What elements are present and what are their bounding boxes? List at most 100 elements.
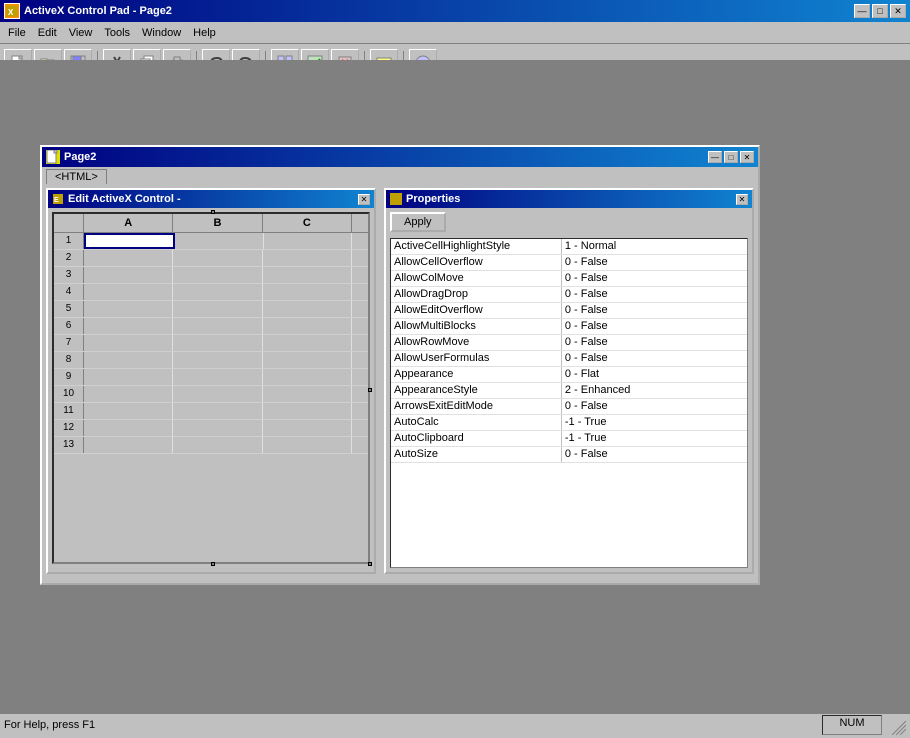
sheet-row: 2 (54, 250, 368, 267)
props-row[interactable]: AllowCellOverflow0 - False (391, 255, 747, 271)
mdi-close[interactable]: ✕ (740, 151, 754, 163)
cell-1-0[interactable] (84, 233, 175, 249)
cell-12-2[interactable] (263, 420, 352, 436)
status-resize-grip[interactable] (886, 715, 906, 735)
maximize-button[interactable]: □ (872, 4, 888, 18)
cell-10-1[interactable] (173, 386, 262, 402)
props-row[interactable]: ActiveCellHighlightStyle1 - Normal (391, 239, 747, 255)
prop-value[interactable]: 2 - Enhanced (562, 383, 747, 398)
props-row[interactable]: AutoSize0 - False (391, 447, 747, 463)
cell-11-2[interactable] (263, 403, 352, 419)
cell-5-2[interactable] (263, 301, 352, 317)
props-row[interactable]: AllowColMove0 - False (391, 271, 747, 287)
status-help-text: For Help, press F1 (4, 719, 95, 731)
cell-4-2[interactable] (263, 284, 352, 300)
resize-handle-right[interactable] (368, 388, 372, 392)
cell-7-2[interactable] (263, 335, 352, 351)
close-button[interactable]: ✕ (890, 4, 906, 18)
prop-value[interactable]: 0 - False (562, 335, 747, 350)
activex-close[interactable]: ✕ (358, 194, 370, 205)
prop-name: AllowUserFormulas (391, 351, 562, 366)
mdi-minimize[interactable]: — (708, 151, 722, 163)
prop-value[interactable]: 0 - False (562, 271, 747, 286)
props-row[interactable]: AllowEditOverflow0 - False (391, 303, 747, 319)
cell-5-1[interactable] (173, 301, 262, 317)
sheet-row: 12 (54, 420, 368, 437)
props-row[interactable]: AllowRowMove0 - False (391, 335, 747, 351)
cell-4-1[interactable] (173, 284, 262, 300)
props-table[interactable]: ActiveCellHighlightStyle1 - NormalAllowC… (390, 238, 748, 568)
cell-8-2[interactable] (263, 352, 352, 368)
cell-8-0[interactable] (84, 352, 173, 368)
cell-3-1[interactable] (173, 267, 262, 283)
props-close[interactable]: ✕ (736, 194, 748, 205)
cell-12-1[interactable] (173, 420, 262, 436)
resize-handle-bottom[interactable] (211, 562, 215, 566)
props-row[interactable]: AutoCalc-1 - True (391, 415, 747, 431)
menu-tools[interactable]: Tools (98, 25, 136, 41)
menu-edit[interactable]: Edit (32, 25, 63, 41)
cell-6-2[interactable] (263, 318, 352, 334)
prop-value[interactable]: 0 - False (562, 351, 747, 366)
cell-6-0[interactable] (84, 318, 173, 334)
cell-1-1[interactable] (175, 233, 263, 249)
props-row[interactable]: AllowMultiBlocks0 - False (391, 319, 747, 335)
cell-4-0[interactable] (84, 284, 173, 300)
cell-1-2[interactable] (264, 233, 352, 249)
prop-name: AllowColMove (391, 271, 562, 286)
resize-handle-top[interactable] (211, 210, 215, 214)
row-scroll-filler (352, 284, 368, 300)
cell-9-2[interactable] (263, 369, 352, 385)
prop-value[interactable]: 0 - Flat (562, 367, 747, 382)
prop-value[interactable]: 0 - False (562, 287, 747, 302)
cell-12-0[interactable] (84, 420, 173, 436)
prop-value[interactable]: -1 - True (562, 415, 747, 430)
sheet-row: 11 (54, 403, 368, 420)
props-row[interactable]: AppearanceStyle2 - Enhanced (391, 383, 747, 399)
prop-value[interactable]: 0 - False (562, 447, 747, 462)
menu-window[interactable]: Window (136, 25, 187, 41)
cell-7-0[interactable] (84, 335, 173, 351)
svg-text:X: X (8, 8, 14, 17)
cell-10-2[interactable] (263, 386, 352, 402)
minimize-button[interactable]: — (854, 4, 870, 18)
sheet-row: 8 (54, 352, 368, 369)
cell-3-0[interactable] (84, 267, 173, 283)
prop-value[interactable]: -1 - True (562, 431, 747, 446)
app-icon: X (4, 3, 20, 19)
cell-9-0[interactable] (84, 369, 173, 385)
cell-3-2[interactable] (263, 267, 352, 283)
cell-10-0[interactable] (84, 386, 173, 402)
cell-5-0[interactable] (84, 301, 173, 317)
props-row[interactable]: AllowUserFormulas0 - False (391, 351, 747, 367)
html-tab[interactable]: <HTML> (46, 169, 107, 184)
cell-11-0[interactable] (84, 403, 173, 419)
cell-2-1[interactable] (173, 250, 262, 266)
cell-13-2[interactable] (263, 437, 352, 453)
mdi-window-page2: Page2 — □ ✕ <HTML> E Edit ActiveX Contro… (40, 145, 760, 585)
prop-value[interactable]: 0 - False (562, 319, 747, 334)
cell-11-1[interactable] (173, 403, 262, 419)
cell-13-0[interactable] (84, 437, 173, 453)
menu-help[interactable]: Help (187, 25, 222, 41)
menu-view[interactable]: View (63, 25, 99, 41)
prop-value[interactable]: 0 - False (562, 303, 747, 318)
props-row[interactable]: AllowDragDrop0 - False (391, 287, 747, 303)
props-row[interactable]: AutoClipboard-1 - True (391, 431, 747, 447)
cell-13-1[interactable] (173, 437, 262, 453)
apply-button[interactable]: Apply (390, 212, 446, 232)
menu-file[interactable]: File (2, 25, 32, 41)
cell-2-2[interactable] (263, 250, 352, 266)
prop-value[interactable]: 0 - False (562, 255, 747, 270)
prop-value[interactable]: 1 - Normal (562, 239, 747, 254)
cell-6-1[interactable] (173, 318, 262, 334)
props-row[interactable]: ArrowsExitEditMode0 - False (391, 399, 747, 415)
cell-8-1[interactable] (173, 352, 262, 368)
cell-7-1[interactable] (173, 335, 262, 351)
prop-value[interactable]: 0 - False (562, 399, 747, 414)
mdi-maximize[interactable]: □ (724, 151, 738, 163)
cell-9-1[interactable] (173, 369, 262, 385)
resize-handle-br[interactable] (368, 562, 372, 566)
cell-2-0[interactable] (84, 250, 173, 266)
props-row[interactable]: Appearance0 - Flat (391, 367, 747, 383)
